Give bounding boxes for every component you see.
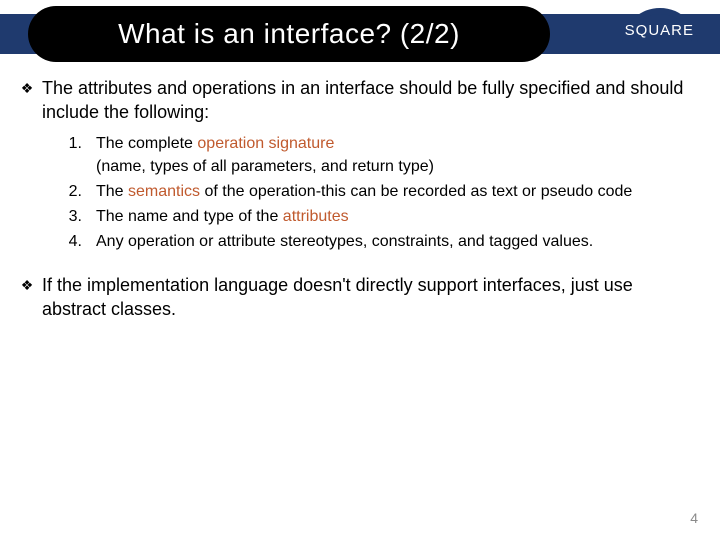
list-item: 1. The complete operation signature (nam… (66, 132, 700, 178)
page-title: What is an interface? (2/2) (118, 18, 460, 50)
highlight-text: semantics (128, 183, 200, 200)
text-segment: (name, types of all parameters, and retu… (96, 158, 434, 175)
diamond-bullet-icon: ❖ (20, 76, 34, 100)
list-text: The name and type of the attributes (96, 205, 700, 228)
highlight-text: attributes (283, 208, 349, 225)
highlight-text: operation signature (197, 135, 334, 152)
logo-text: SQUARE (625, 22, 694, 39)
list-text: The semantics of the operation-this can … (96, 180, 700, 203)
slide-content: ❖ The attributes and operations in an in… (20, 76, 700, 329)
list-number: 2. (66, 180, 96, 203)
bullet-text: The attributes and operations in an inte… (42, 76, 700, 124)
list-item: 2. The semantics of the operation-this c… (66, 180, 700, 203)
page-number: 4 (690, 510, 698, 526)
diamond-bullet-icon: ❖ (20, 273, 34, 297)
list-item: 3. The name and type of the attributes (66, 205, 700, 228)
bullet-item: ❖ The attributes and operations in an in… (20, 76, 700, 124)
list-text: The complete operation signature (name, … (96, 132, 700, 178)
text-segment: Any operation or attribute stereotypes, … (96, 233, 593, 250)
list-number: 3. (66, 205, 96, 228)
title-pill: What is an interface? (2/2) (28, 6, 550, 62)
bullet-text: If the implementation language doesn't d… (42, 273, 700, 321)
text-segment: The (96, 183, 128, 200)
ordered-list: 1. The complete operation signature (nam… (66, 132, 700, 253)
list-number: 4. (66, 230, 96, 253)
text-segment: The complete (96, 135, 197, 152)
list-text: Any operation or attribute stereotypes, … (96, 230, 700, 253)
bullet-item: ❖ If the implementation language doesn't… (20, 273, 700, 321)
text-segment: The name and type of the (96, 208, 283, 225)
list-number: 1. (66, 132, 96, 155)
list-item: 4. Any operation or attribute stereotype… (66, 230, 700, 253)
text-segment: of the operation-this can be recorded as… (200, 183, 632, 200)
